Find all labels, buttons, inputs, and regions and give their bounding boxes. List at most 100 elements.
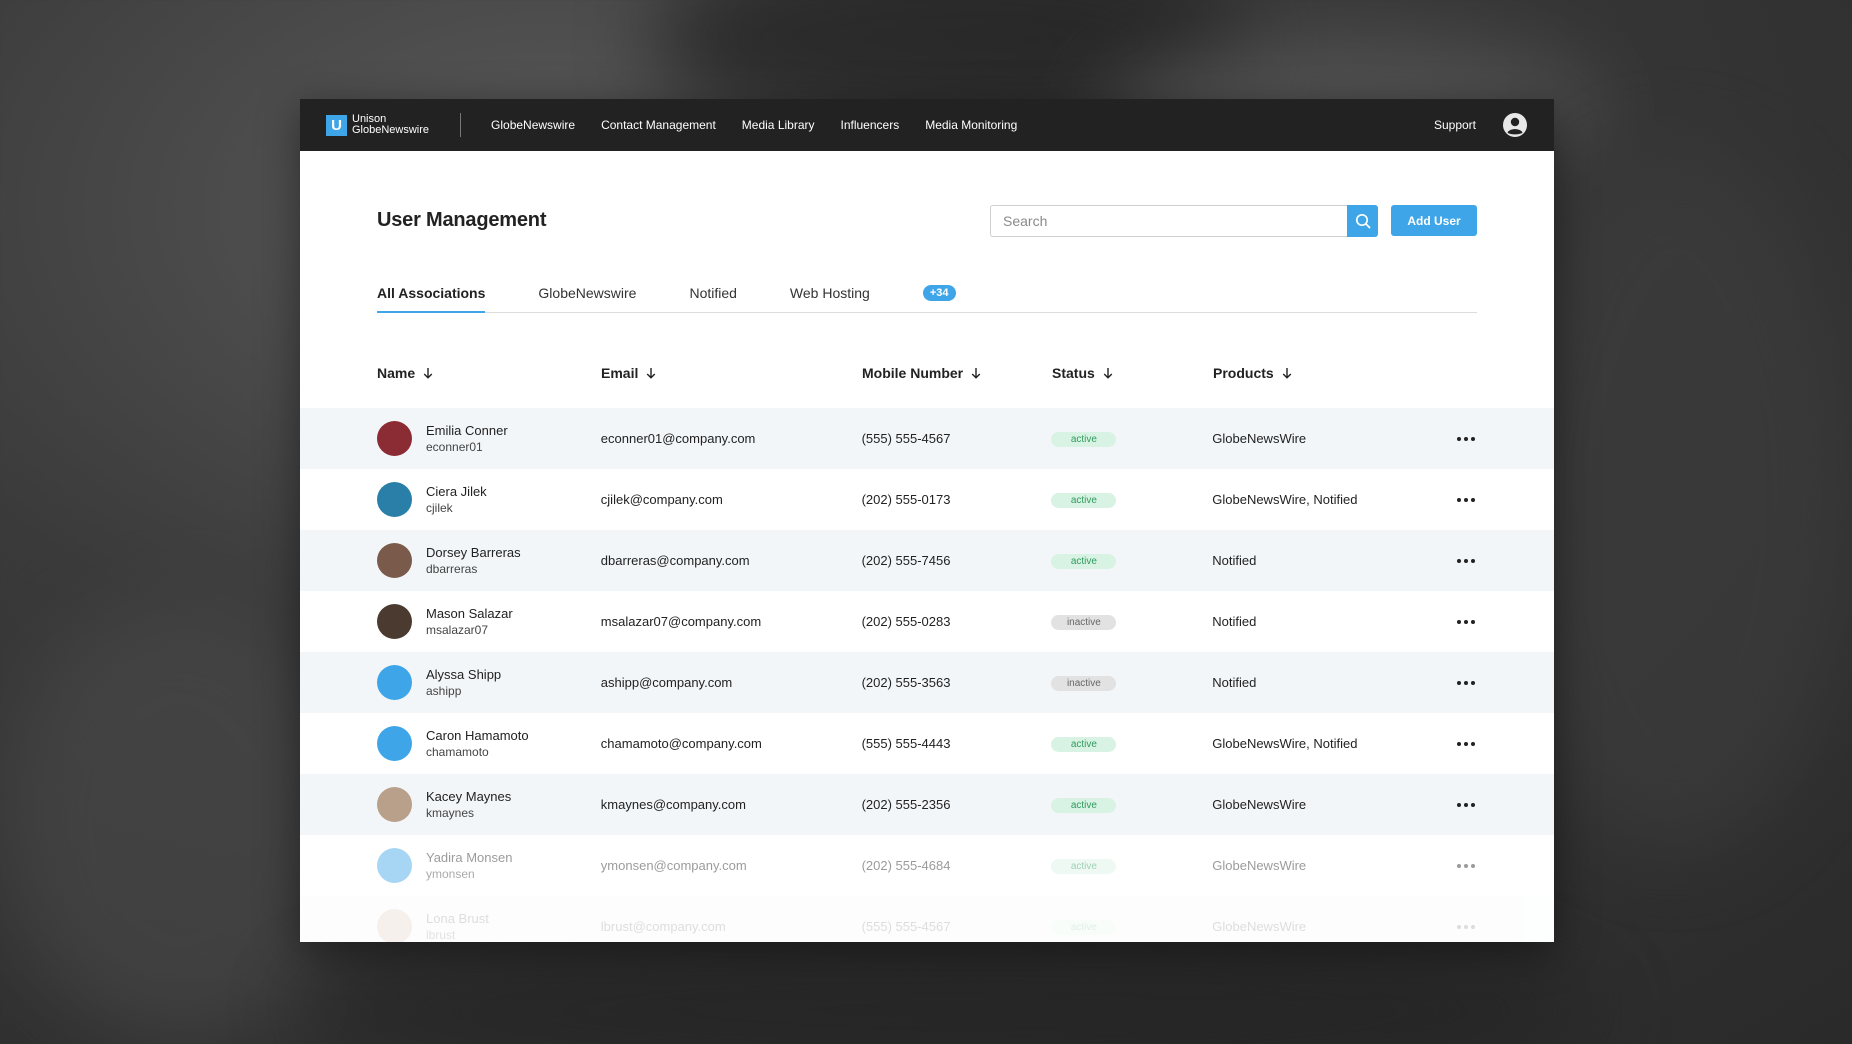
user-username: lbrust: [426, 927, 456, 942]
more-horizontal-icon[interactable]: [1457, 924, 1477, 929]
column-header-name[interactable]: Name: [377, 365, 601, 381]
column-header-mobile[interactable]: Mobile Number: [862, 365, 1052, 381]
avatar: [377, 543, 412, 578]
tab-web-hosting[interactable]: Web Hosting: [790, 285, 870, 312]
association-tabs: All Associations GlobeNewswire Notified …: [377, 277, 1477, 313]
more-horizontal-icon[interactable]: [1457, 619, 1477, 624]
status-badge: inactive: [1051, 676, 1117, 691]
user-products: Notified: [1212, 675, 1257, 690]
status-badge: active: [1051, 554, 1117, 569]
nav-item-contact-management[interactable]: Contact Management: [601, 118, 716, 132]
table-row[interactable]: Yadira Monsen ymonsen ymonsen@company.co…: [300, 835, 1554, 896]
table-row[interactable]: Mason Salazar msalazar07 msalazar07@comp…: [300, 591, 1554, 652]
user-email: ymonsen@company.com: [600, 858, 747, 873]
more-horizontal-icon[interactable]: [1457, 558, 1477, 563]
column-header-email[interactable]: Email: [601, 365, 862, 381]
status-badge: active: [1051, 432, 1117, 447]
arrow-down-icon: [1103, 368, 1113, 379]
arrow-down-icon: [647, 368, 656, 379]
column-header-status[interactable]: Status: [1052, 365, 1213, 381]
nav-item-influencers[interactable]: Influencers: [841, 118, 900, 132]
nav-item-media-library[interactable]: Media Library: [742, 118, 815, 132]
more-horizontal-icon[interactable]: [1457, 741, 1477, 746]
more-horizontal-icon[interactable]: [1457, 497, 1477, 502]
add-user-button[interactable]: Add User: [1391, 205, 1477, 236]
avatar: [377, 421, 412, 456]
user-mobile: (555) 555-4567: [861, 919, 951, 934]
logo[interactable]: U Unison GlobeNewswire: [326, 114, 429, 136]
table-row[interactable]: Alyssa Shipp ashipp ashipp@company.com (…: [300, 652, 1554, 713]
user-products: GlobeNewsWire: [1212, 797, 1307, 812]
top-navigation-bar: U Unison GlobeNewswire GlobeNewswire Con…: [300, 99, 1554, 151]
tab-globenewswire[interactable]: GlobeNewswire: [538, 285, 636, 312]
arrow-down-icon: [1282, 368, 1291, 379]
user-mobile: (202) 555-2356: [861, 797, 951, 812]
tab-all-associations[interactable]: All Associations: [377, 285, 486, 313]
nav-item-globenewswire[interactable]: GlobeNewswire: [491, 118, 575, 132]
tab-notified[interactable]: Notified: [689, 285, 736, 312]
user-full-name: Alyssa Shipp: [426, 666, 502, 682]
user-username: econner01: [426, 439, 483, 454]
user-mobile: (202) 555-0283: [861, 614, 951, 629]
user-email: ashipp@company.com: [600, 675, 733, 690]
nav-item-media-monitoring[interactable]: Media Monitoring: [925, 118, 1017, 132]
more-horizontal-icon[interactable]: [1457, 863, 1477, 868]
status-badge: active: [1051, 859, 1117, 874]
logo-line2: GlobeNewswire: [352, 124, 430, 136]
table-row[interactable]: Caron Hamamoto chamamoto chamamoto@compa…: [300, 713, 1554, 774]
more-horizontal-icon[interactable]: [1457, 436, 1477, 441]
more-tabs-badge[interactable]: +34: [922, 285, 956, 301]
table-row[interactable]: Emilia Conner econner01 econner01@compan…: [300, 408, 1554, 469]
user-email: chamamoto@company.com: [600, 736, 762, 751]
arrow-down-icon: [423, 368, 433, 379]
user-email: kmaynes@company.com: [600, 797, 746, 812]
avatar: [377, 848, 412, 883]
account-circle-icon[interactable]: [1502, 112, 1528, 138]
user-username: cjilek: [426, 500, 453, 515]
topbar-divider: [460, 113, 462, 137]
user-username: ashipp: [426, 683, 462, 698]
more-horizontal-icon[interactable]: [1457, 680, 1477, 685]
page-title: User Management: [377, 209, 547, 231]
user-full-name: Kacey Maynes: [426, 788, 512, 804]
user-full-name: Emilia Conner: [426, 422, 508, 438]
user-products: GlobeNewsWire, Notified: [1212, 736, 1358, 751]
logo-mark: U: [326, 114, 347, 136]
table-row[interactable]: Kacey Maynes kmaynes kmaynes@company.com…: [300, 774, 1554, 835]
user-full-name: Lona Brust: [426, 910, 489, 926]
user-email: msalazar07@company.com: [600, 614, 762, 629]
user-mobile: (202) 555-4684: [861, 858, 951, 873]
support-link[interactable]: Support: [1434, 118, 1476, 132]
user-mobile: (202) 555-3563: [861, 675, 951, 690]
avatar: [377, 482, 412, 517]
user-products: GlobeNewsWire: [1212, 858, 1307, 873]
user-full-name: Yadira Monsen: [426, 849, 513, 865]
table-row[interactable]: Lona Brust lbrust lbrust@company.com (55…: [300, 896, 1554, 942]
table-row[interactable]: Dorsey Barreras dbarreras dbarreras@comp…: [300, 530, 1554, 591]
status-badge: active: [1051, 737, 1117, 752]
app-window: U Unison GlobeNewswire GlobeNewswire Con…: [300, 99, 1554, 942]
user-mobile: (202) 555-0173: [861, 492, 951, 507]
search-input[interactable]: [990, 204, 1347, 237]
user-products: Notified: [1212, 614, 1257, 629]
user-products: GlobeNewsWire: [1212, 919, 1307, 934]
user-email: lbrust@company.com: [600, 919, 726, 934]
search-button[interactable]: [1347, 204, 1378, 237]
avatar: [377, 726, 412, 761]
user-username: msalazar07: [426, 622, 489, 637]
status-badge: active: [1051, 493, 1117, 508]
search-bar: [990, 204, 1378, 237]
status-badge: active: [1051, 798, 1117, 813]
user-mobile: (202) 555-7456: [861, 553, 951, 568]
avatar: [377, 604, 412, 639]
more-horizontal-icon[interactable]: [1457, 802, 1477, 807]
user-mobile: (555) 555-4443: [861, 736, 951, 751]
arrow-down-icon: [971, 368, 981, 379]
user-full-name: Ciera Jilek: [426, 483, 487, 499]
user-email: cjilek@company.com: [600, 492, 723, 507]
column-header-products[interactable]: Products: [1213, 365, 1458, 381]
user-username: chamamoto: [426, 744, 489, 759]
user-username: ymonsen: [426, 866, 475, 881]
table-row[interactable]: Ciera Jilek cjilek cjilek@company.com (2…: [300, 469, 1554, 530]
search-icon: [1355, 213, 1370, 228]
